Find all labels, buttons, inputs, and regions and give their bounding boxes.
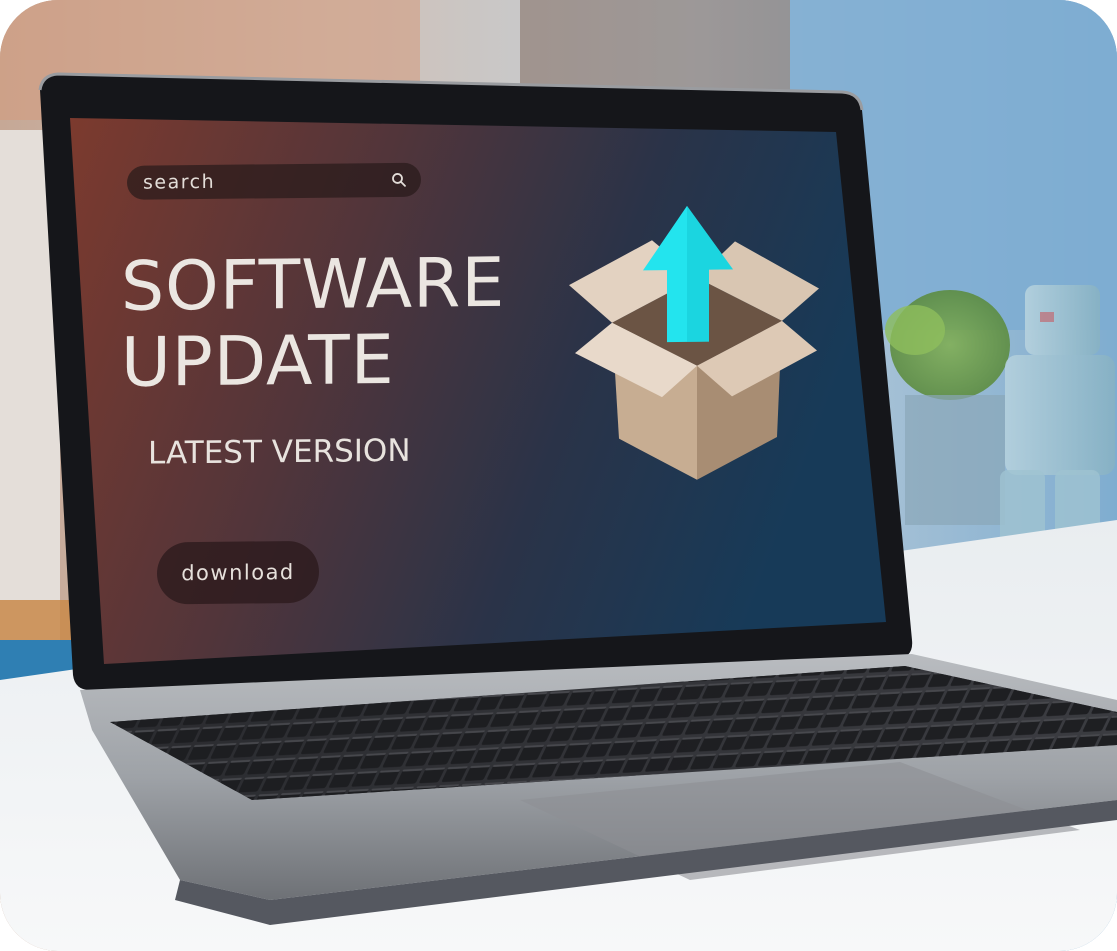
title-line-1: SOFTWARE <box>121 243 506 327</box>
title-line-2: UPDATE <box>121 320 395 403</box>
download-button[interactable]: download <box>157 540 319 605</box>
photo-frame: search SOFTWARE UPDATE LATEST VERSION do… <box>0 0 1117 951</box>
search-icon[interactable] <box>391 172 407 188</box>
search-placeholder: search <box>143 170 216 194</box>
subtitle: LATEST VERSION <box>148 432 411 472</box>
search-input[interactable]: search <box>127 162 421 200</box>
screen-content: search SOFTWARE UPDATE LATEST VERSION do… <box>105 108 885 656</box>
box-illustration <box>569 205 819 480</box>
